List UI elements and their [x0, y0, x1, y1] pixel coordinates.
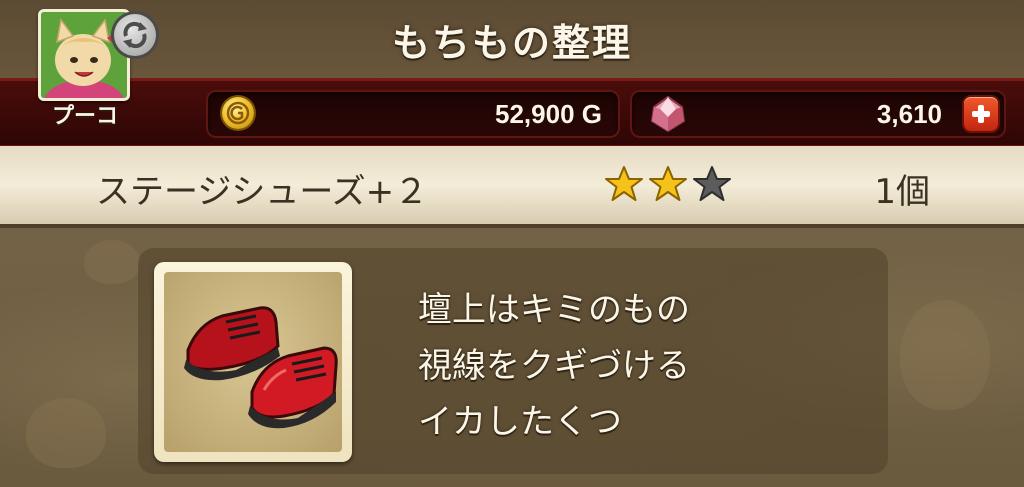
background-decoration	[84, 240, 140, 284]
description-line: 視線をクギづける	[418, 346, 690, 386]
star-empty-icon	[693, 166, 731, 201]
background-decoration	[26, 398, 106, 468]
star-filled-icon	[605, 166, 643, 201]
add-gems-button[interactable]	[964, 97, 998, 131]
refresh-icon[interactable]	[114, 14, 156, 56]
item-name: ステージシューズ+２	[96, 172, 429, 212]
background-decoration	[900, 300, 990, 410]
red-shoes-icon	[184, 306, 338, 429]
item-image-background	[164, 272, 342, 452]
gold-coin-icon	[222, 97, 254, 129]
item-header: ステージシューズ+２ 1個	[0, 146, 1024, 228]
item-description: 壇上はキミのもの 視線をクギづける イカしたくつ	[418, 282, 690, 450]
star-filled-icon	[649, 166, 687, 201]
gem-amount: 3,610	[876, 99, 942, 129]
description-line: イカしたくつ	[418, 402, 622, 442]
currency-bar: 52,900 G 3,610	[0, 78, 1024, 148]
gem-display: 3,610	[630, 90, 1006, 138]
player-name: プーコ	[51, 104, 118, 129]
gold-display: 52,900 G	[206, 90, 620, 138]
item-count: 1個	[874, 172, 930, 212]
gold-amount: 52,900 G	[495, 99, 602, 129]
item-image-frame	[154, 262, 352, 462]
item-rating	[604, 164, 736, 204]
gem-icon	[650, 95, 686, 133]
description-line: 壇上はキミのもの	[418, 290, 690, 330]
